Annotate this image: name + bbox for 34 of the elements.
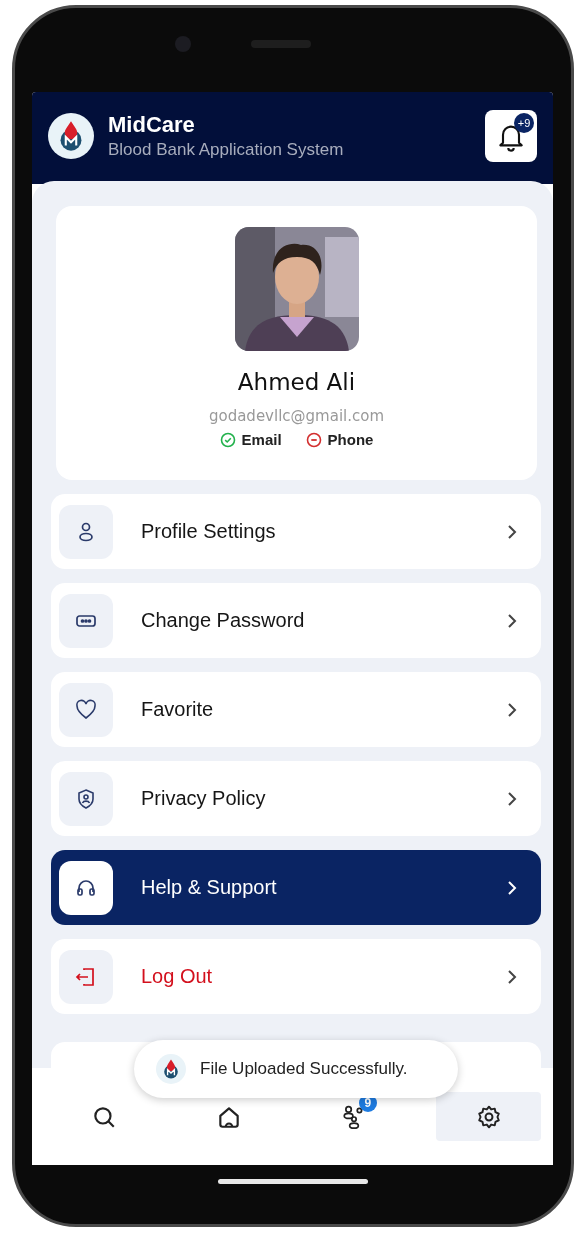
verification-label: Email bbox=[241, 431, 282, 448]
menu-label: Change Password bbox=[141, 609, 306, 632]
menu-label: Log Out bbox=[141, 965, 214, 988]
menu-label: Privacy Policy bbox=[141, 787, 267, 810]
menu-label: Favorite bbox=[141, 698, 215, 721]
menu-label: Help & Support bbox=[141, 876, 278, 899]
menu-item[interactable]: Profile Settings bbox=[51, 494, 541, 569]
notifications-button[interactable]: +9 bbox=[485, 110, 537, 162]
menu-label: Profile Settings bbox=[141, 520, 277, 543]
logo-icon bbox=[156, 1054, 186, 1084]
menu-item[interactable]: Privacy Policy bbox=[51, 761, 541, 836]
camera-icon bbox=[174, 36, 191, 52]
menu-item[interactable]: Change Password bbox=[51, 583, 541, 658]
logo-icon bbox=[48, 113, 94, 159]
menu-item[interactable]: Favorite bbox=[51, 672, 541, 747]
nav-tab[interactable]: 9 bbox=[291, 1092, 417, 1141]
chevron-icon bbox=[507, 612, 517, 629]
user-email: godadevllc@gmail.com bbox=[208, 407, 385, 425]
toast-message: File Uploaded Successfully. bbox=[200, 1059, 408, 1079]
chevron-icon bbox=[507, 879, 517, 896]
menu-item[interactable]: Log Out bbox=[51, 939, 541, 1014]
notification-badge: +9 bbox=[514, 113, 534, 133]
chevron-icon bbox=[507, 790, 517, 807]
heart-icon bbox=[74, 697, 98, 722]
verification-label: Phone bbox=[327, 431, 374, 448]
app-title: MidCare bbox=[108, 112, 196, 138]
chevron-icon bbox=[507, 701, 517, 718]
nav-tab[interactable] bbox=[436, 1092, 541, 1141]
chevron-icon bbox=[507, 968, 517, 985]
user-name: Ahmed Ali bbox=[237, 369, 356, 395]
chevron-icon bbox=[507, 523, 517, 540]
menu-item[interactable]: Help & Support bbox=[51, 850, 541, 925]
settings-icon bbox=[475, 1103, 502, 1130]
app-subtitle: Blood Bank Application System bbox=[108, 140, 345, 160]
